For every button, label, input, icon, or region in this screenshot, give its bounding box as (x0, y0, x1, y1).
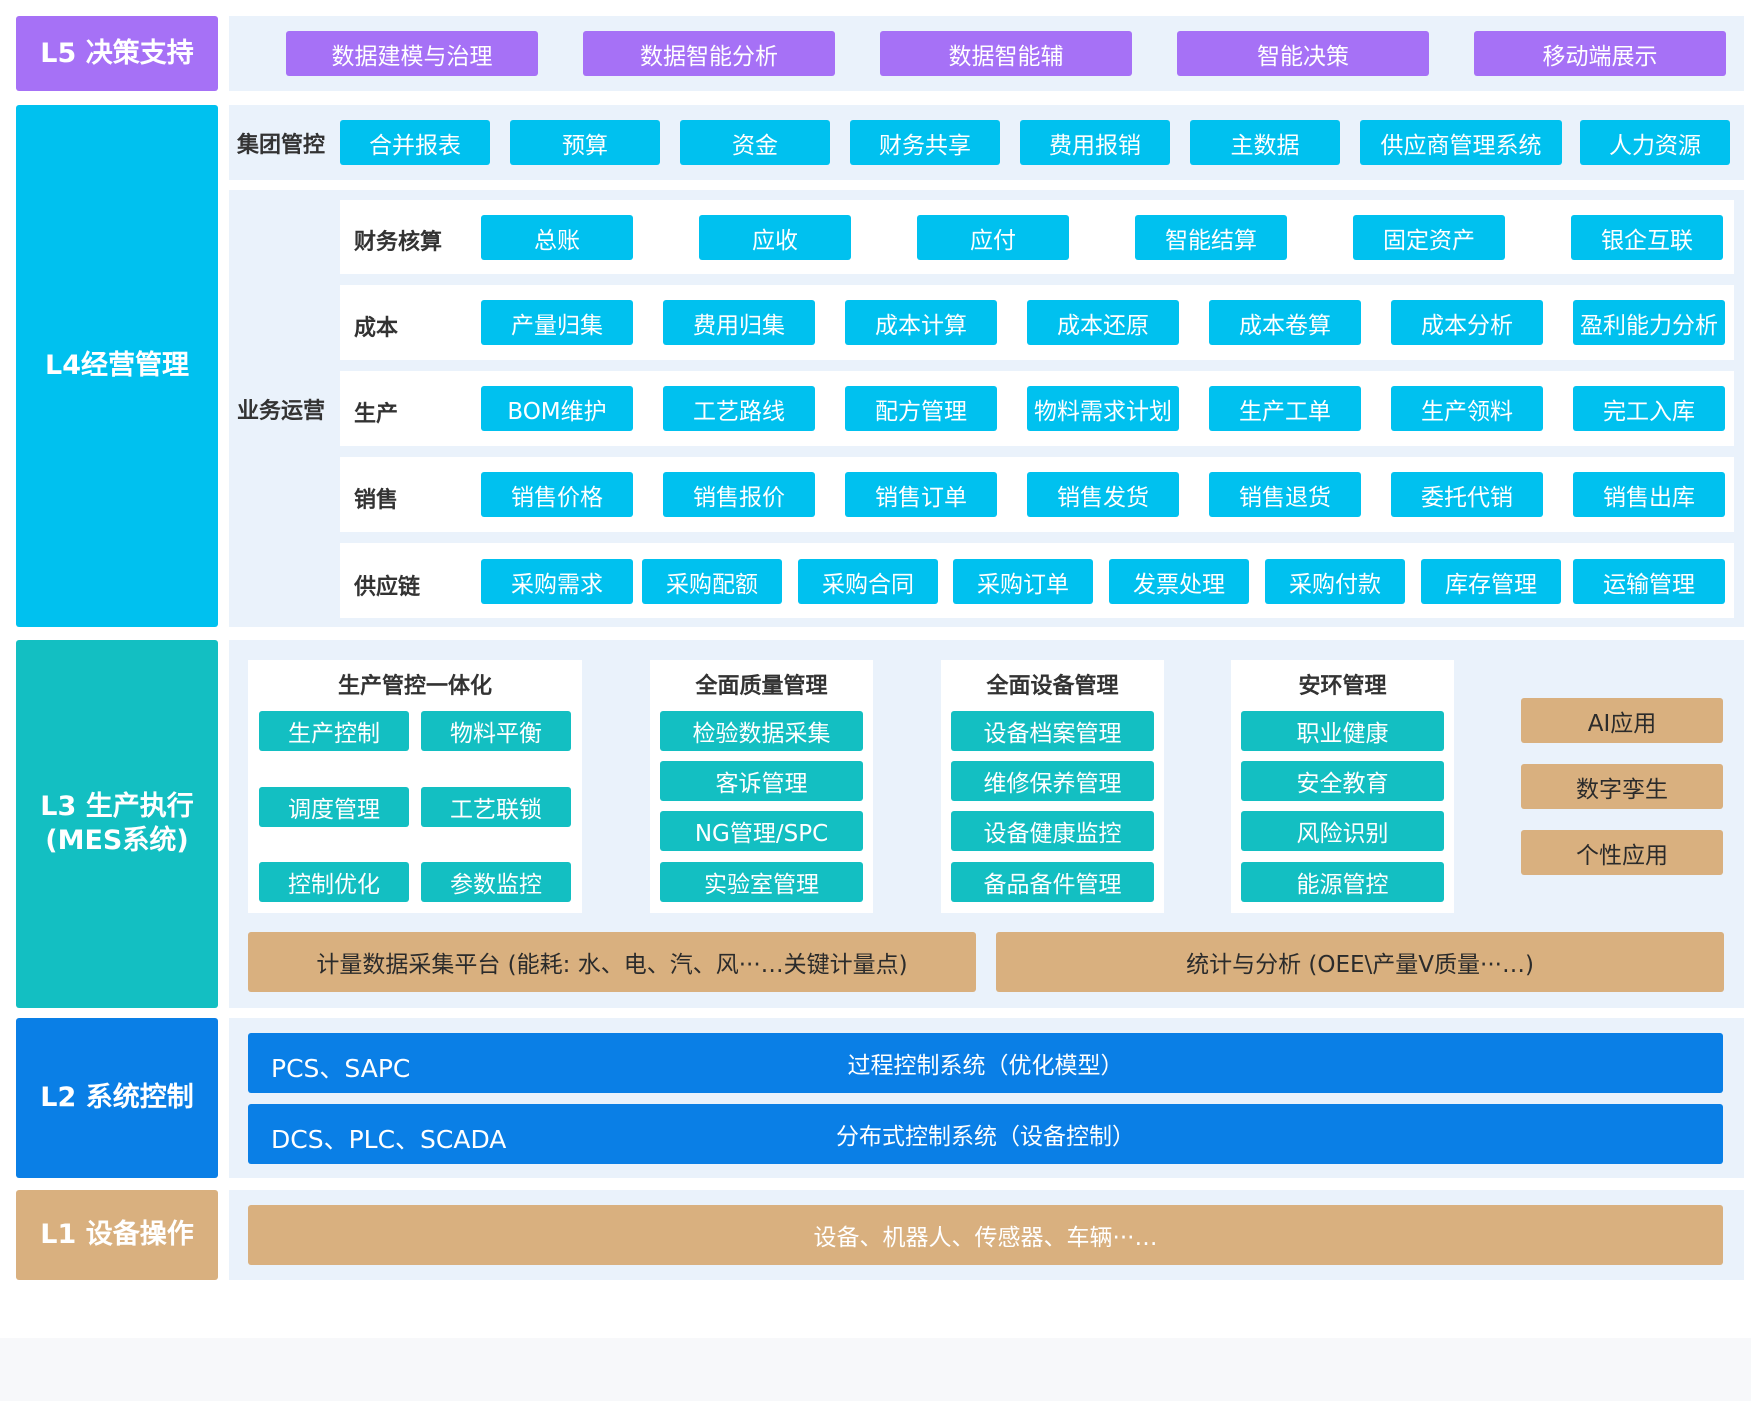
process-control-title: 过程控制系统（优化模型） (847, 1053, 1124, 1079)
group-item: 供应商管理系统 (1360, 120, 1562, 165)
business-item: 完工入库 (1573, 386, 1725, 431)
mes-item: 实验室管理 (660, 862, 863, 902)
group-control-label: 集团管控 (236, 132, 325, 158)
business-item: 产量归集 (481, 300, 633, 345)
mes-item: 维修保养管理 (951, 761, 1154, 801)
business-item: 费用归集 (663, 300, 815, 345)
digital-twin-block: 数字孪生 (1521, 764, 1723, 809)
mes-item: 控制优化 (259, 862, 409, 902)
business-item: 盈利能力分析 (1573, 300, 1725, 345)
mes-item: 备品备件管理 (951, 862, 1154, 902)
business-item: 采购订单 (953, 559, 1093, 604)
business-item: 银企互联 (1571, 215, 1723, 260)
process-control-bar: PCS、SAPC 过程控制系统（优化模型） (248, 1033, 1723, 1093)
business-item: 委托代销 (1391, 472, 1543, 517)
mes-item: 生产控制 (259, 711, 409, 751)
business-item: 智能结算 (1135, 215, 1287, 260)
business-item: 销售退货 (1209, 472, 1361, 517)
equipment-bar: 设备、机器人、传感器、车辆···… (248, 1205, 1723, 1265)
l5-item: 移动端展示 (1474, 31, 1726, 76)
business-row-label: 财务核算 (354, 230, 443, 255)
mes-item: NG管理/SPC (660, 811, 863, 851)
business-item: BOM维护 (481, 386, 633, 431)
custom-app-block: 个性应用 (1521, 830, 1723, 875)
mes-item: 客诉管理 (660, 761, 863, 801)
business-item: 销售出库 (1573, 472, 1725, 517)
business-item: 采购配额 (642, 559, 782, 604)
business-item: 总账 (481, 215, 633, 260)
business-item: 应收 (699, 215, 851, 260)
business-item: 销售订单 (845, 472, 997, 517)
statistics-analysis-bar: 统计与分析 (OEE\产量V质量···…) (996, 932, 1724, 992)
mes-module-title: 全面设备管理 (986, 674, 1119, 699)
mes-item: 安全教育 (1241, 761, 1444, 801)
mes-module-title: 全面质量管理 (695, 674, 828, 699)
business-item: 采购合同 (798, 559, 938, 604)
business-item: 运输管理 (1573, 559, 1725, 604)
business-item: 物料需求计划 (1027, 386, 1179, 431)
layer-label-l5: L5 决策支持 (16, 16, 218, 91)
group-item: 合并报表 (340, 120, 490, 165)
mes-item: 能源管控 (1241, 862, 1444, 902)
business-item: 固定资产 (1353, 215, 1505, 260)
metering-data-platform-bar: 计量数据采集平台 (能耗: 水、电、汽、风···…关键计量点) (248, 932, 976, 992)
business-item: 生产领料 (1391, 386, 1543, 431)
mes-module-title: 安环管理 (1298, 674, 1387, 699)
group-item: 费用报销 (1020, 120, 1170, 165)
group-item: 财务共享 (850, 120, 1000, 165)
ai-app-block: AI应用 (1521, 698, 1723, 743)
mes-item: 工艺联锁 (421, 787, 571, 827)
l5-item: 智能决策 (1177, 31, 1429, 76)
l3-label-line1: L3 生产执行 (40, 791, 194, 823)
distributed-control-bar: DCS、PLC、SCADA 分布式控制系统（设备控制） (248, 1104, 1723, 1164)
mes-item: 参数监控 (421, 862, 571, 902)
mes-item: 职业健康 (1241, 711, 1444, 751)
business-item: 成本计算 (845, 300, 997, 345)
business-item: 成本还原 (1027, 300, 1179, 345)
group-item: 资金 (680, 120, 830, 165)
business-item: 成本卷算 (1209, 300, 1361, 345)
l5-item: 数据建模与治理 (286, 31, 538, 76)
layer-label-l2: L2 系统控制 (16, 1018, 218, 1178)
architecture-diagram: L5 决策支持 数据建模与治理 数据智能分析 数据智能辅 智能决策 移动端展示 … (0, 0, 1751, 1338)
layer-label-l4: L4经营管理 (16, 105, 218, 627)
business-item: 库存管理 (1421, 559, 1561, 604)
l5-item: 数据智能辅 (880, 31, 1132, 76)
business-item: 工艺路线 (663, 386, 815, 431)
business-item: 销售价格 (481, 472, 633, 517)
business-item: 生产工单 (1209, 386, 1361, 431)
business-item: 销售报价 (663, 472, 815, 517)
business-item: 采购需求 (481, 559, 633, 604)
layer-label-l1: L1 设备操作 (16, 1190, 218, 1280)
group-item: 人力资源 (1580, 120, 1730, 165)
business-operations-label: 业务运营 (236, 398, 325, 424)
group-item: 主数据 (1190, 120, 1340, 165)
mes-item: 检验数据采集 (660, 711, 863, 751)
business-row-label: 成本 (354, 316, 399, 341)
business-item: 成本分析 (1391, 300, 1543, 345)
mes-item: 设备健康监控 (951, 811, 1154, 851)
mes-item: 物料平衡 (421, 711, 571, 751)
group-item: 预算 (510, 120, 660, 165)
mes-item: 风险识别 (1241, 811, 1444, 851)
business-item: 配方管理 (845, 386, 997, 431)
l3-label-line2: (MES系统) (45, 825, 189, 856)
business-row-label: 销售 (354, 488, 399, 513)
business-row-label: 供应链 (354, 575, 421, 600)
mes-module-title: 生产管控一体化 (337, 674, 492, 699)
business-item: 应付 (917, 215, 1069, 260)
distributed-control-title: 分布式控制系统（设备控制） (836, 1124, 1135, 1150)
business-item: 采购付款 (1265, 559, 1405, 604)
mes-item: 设备档案管理 (951, 711, 1154, 751)
layer-label-l3: L3 生产执行 (MES系统) (16, 640, 218, 1008)
mes-item: 调度管理 (259, 787, 409, 827)
business-row-label: 生产 (354, 402, 399, 427)
business-item: 销售发货 (1027, 472, 1179, 517)
l5-item: 数据智能分析 (583, 31, 835, 76)
business-item: 发票处理 (1109, 559, 1249, 604)
